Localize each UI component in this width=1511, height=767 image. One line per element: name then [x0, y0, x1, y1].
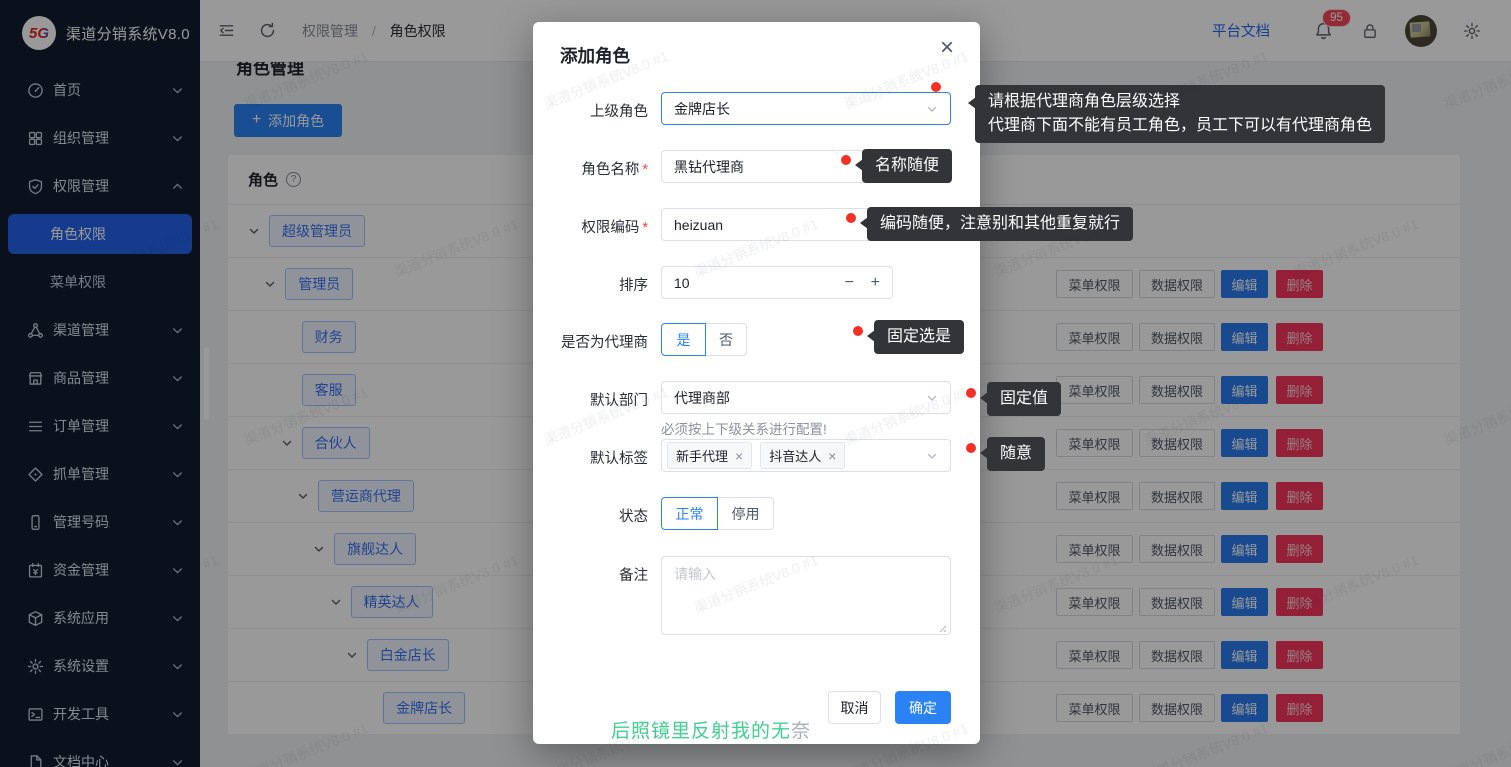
role-name-input[interactable] — [674, 159, 938, 175]
is-agent-yes-button[interactable]: 是 — [661, 323, 706, 356]
remove-tag-icon[interactable]: × — [735, 449, 743, 463]
field-label: 默认部门 — [533, 389, 648, 410]
decrease-button[interactable]: − — [845, 274, 854, 292]
add-role-modal: 添加角色 × 上级角色 金牌店长 角色名称* 权限编码* 排序 − + 是否为代… — [533, 22, 980, 744]
chevron-down-icon — [926, 392, 938, 404]
remove-tag-icon[interactable]: × — [828, 449, 836, 463]
tag-item: 抖音达人× — [760, 442, 845, 469]
increase-button[interactable]: + — [871, 274, 880, 292]
field-label: 权限编码* — [533, 216, 648, 237]
field-label: 角色名称* — [533, 158, 648, 179]
dept-select[interactable]: 代理商部 — [661, 381, 951, 414]
perm-code-input[interactable] — [674, 217, 938, 233]
is-agent-no-button[interactable]: 否 — [705, 323, 747, 356]
chevron-down-icon — [926, 103, 938, 115]
tags-multiselect[interactable]: 新手代理× 抖音达人× — [661, 439, 951, 472]
status-normal-button[interactable]: 正常 — [661, 497, 718, 530]
status-disabled-button[interactable]: 停用 — [717, 497, 774, 530]
sort-input[interactable] — [674, 275, 824, 291]
field-label: 是否为代理商 — [533, 331, 648, 352]
modal-title: 添加角色 — [560, 43, 630, 68]
perm-code-input-wrap — [661, 208, 951, 241]
remark-textarea[interactable] — [661, 556, 951, 635]
field-label: 上级角色 — [533, 100, 648, 121]
cancel-button[interactable]: 取消 — [828, 691, 881, 724]
required-asterisk: * — [642, 220, 648, 236]
confirm-button[interactable]: 确定 — [895, 691, 951, 724]
required-asterisk: * — [642, 162, 648, 178]
field-label: 备注 — [533, 564, 648, 585]
tag-item: 新手代理× — [667, 442, 752, 469]
field-label: 排序 — [533, 274, 648, 295]
field-label: 默认标签 — [533, 447, 648, 468]
close-icon[interactable]: × — [940, 36, 954, 60]
field-label: 状态 — [533, 505, 648, 526]
dept-helper-text: 必须按上下级关系进行配置! — [661, 418, 827, 438]
chevron-down-icon — [926, 450, 938, 462]
parent-role-select[interactable]: 金牌店长 — [661, 92, 951, 125]
role-name-input-wrap — [661, 150, 951, 183]
sort-number-input: − + — [661, 266, 893, 299]
